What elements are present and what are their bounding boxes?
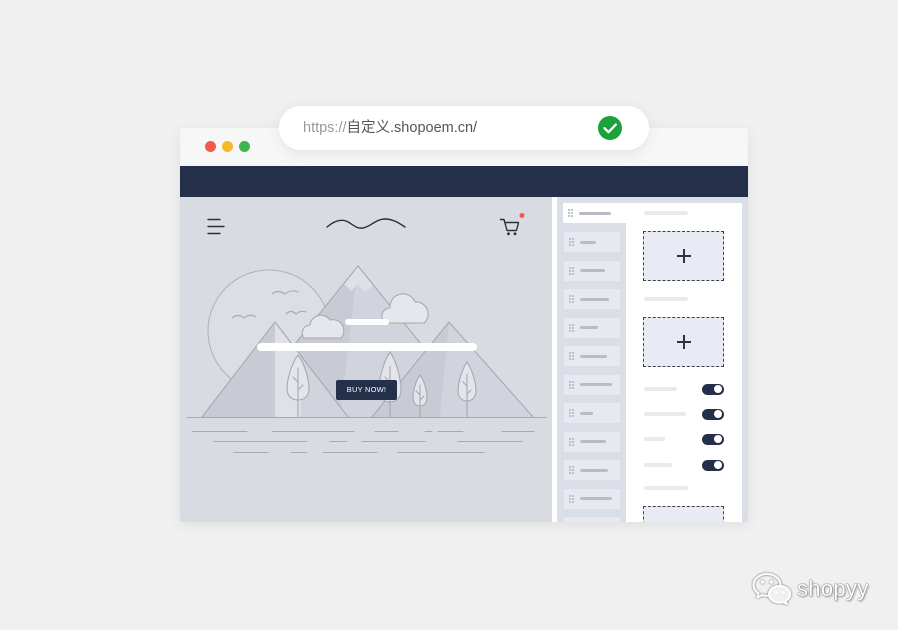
- toggle-label-placeholder: [644, 437, 665, 441]
- hero-title-placeholder: [345, 319, 389, 325]
- buy-now-button[interactable]: BUY NOW!: [336, 380, 397, 400]
- close-dot-icon[interactable]: [204, 140, 216, 152]
- address-url[interactable]: https://自定义.shopoem.cn/: [303, 106, 477, 150]
- illustration-stage: BUY NOW! https://自定义.shopoem.cn/ shopyy: [0, 0, 898, 630]
- section-label-placeholder: [580, 354, 607, 358]
- setting-label-placeholder: [644, 486, 688, 490]
- section-label-placeholder: [580, 497, 612, 500]
- hero-subtitle-placeholder: [257, 343, 477, 351]
- setting-toggle[interactable]: [702, 459, 724, 471]
- cart-basket: [499, 218, 520, 232]
- cart-notification-dot: [519, 213, 525, 218]
- drag-handle-icon[interactable]: [569, 238, 574, 247]
- section-list-item[interactable]: [564, 346, 620, 366]
- toggle-label-placeholder: [644, 463, 672, 467]
- toggle-label-placeholder: [644, 412, 686, 416]
- section-list-item[interactable]: [564, 260, 620, 281]
- section-settings: [626, 203, 742, 522]
- add-block-button[interactable]: [643, 506, 724, 522]
- address-bar[interactable]: https://自定义.shopoem.cn/: [279, 106, 649, 150]
- minimize-dot-icon[interactable]: [221, 140, 233, 152]
- setting-toggle[interactable]: [702, 433, 724, 445]
- wechat-eye: [774, 591, 778, 594]
- section-label-placeholder: [580, 326, 598, 329]
- drag-handle-icon[interactable]: [569, 409, 574, 418]
- section-list-item[interactable]: [564, 374, 620, 395]
- cart-wheel: [507, 232, 510, 236]
- toggle-knob: [714, 461, 722, 469]
- check-circle-icon: [598, 116, 622, 140]
- section-list-item[interactable]: [564, 488, 620, 509]
- plus-icon: [677, 249, 691, 263]
- add-block-button[interactable]: [643, 231, 724, 281]
- drag-handle-icon[interactable]: [569, 494, 574, 504]
- toggle-label-placeholder: [644, 387, 677, 391]
- setting-label-placeholder: [644, 297, 688, 301]
- setting-toggle[interactable]: [702, 383, 724, 395]
- editor-panel: [557, 197, 748, 522]
- maximize-dot-icon[interactable]: [238, 140, 250, 152]
- check-circle-bg: [598, 116, 622, 140]
- toggle-knob: [714, 385, 722, 393]
- section-list-item[interactable]: [564, 232, 620, 252]
- section-list-item[interactable]: [564, 460, 620, 480]
- toggle-knob: [714, 435, 722, 443]
- section-label-placeholder: [580, 297, 609, 301]
- section-label-placeholder: [580, 468, 608, 472]
- ground-dashes: [191, 430, 535, 454]
- setting-label-placeholder: [644, 211, 688, 215]
- cart-wheel: [513, 232, 517, 236]
- storefront-art: [186, 213, 547, 454]
- section-label-placeholder: [580, 240, 596, 244]
- watermark-text: shopyy: [797, 576, 869, 601]
- storefront-preview: BUY NOW!: [180, 197, 552, 522]
- editor-top-bar: [180, 166, 748, 197]
- wechat-eye: [760, 580, 765, 584]
- drag-handle-icon[interactable]: [569, 352, 574, 361]
- url-domain: 自定义.shopoem.cn/: [346, 120, 478, 136]
- section-label-placeholder: [580, 383, 612, 386]
- section-label-placeholder: [580, 269, 605, 272]
- hamburger-menu-icon[interactable]: [207, 218, 225, 235]
- wave-logo-icon[interactable]: [326, 218, 406, 229]
- wechat-bubble-small: [768, 585, 792, 605]
- wechat-eye: [781, 591, 785, 594]
- section-list-item[interactable]: [564, 317, 620, 338]
- cloud: [381, 293, 429, 324]
- add-block-button[interactable]: [643, 317, 724, 367]
- section-list-item[interactable]: [564, 431, 620, 452]
- wechat-eye: [769, 580, 774, 584]
- setting-toggle[interactable]: [702, 408, 724, 420]
- url-protocol: https://: [303, 120, 347, 136]
- section-label-placeholder: [580, 440, 606, 443]
- drag-handle-icon[interactable]: [569, 380, 574, 390]
- section-list-item[interactable]: [564, 403, 620, 423]
- drag-handle-icon[interactable]: [569, 266, 574, 276]
- drag-handle-icon[interactable]: [568, 209, 573, 218]
- buy-now-label: BUY NOW!: [346, 385, 387, 394]
- toggle-knob: [714, 410, 722, 418]
- plus-icon: [677, 335, 691, 349]
- browser-window: BUY NOW!: [180, 128, 748, 522]
- section-list-item[interactable]: [564, 289, 620, 309]
- section-label-placeholder: [579, 211, 611, 215]
- section-list-item-selected[interactable]: [563, 203, 629, 223]
- drag-handle-icon[interactable]: [569, 295, 574, 304]
- wechat-icon: [752, 573, 792, 605]
- section-list-item[interactable]: [564, 517, 620, 522]
- drag-handle-icon[interactable]: [569, 437, 574, 447]
- drag-handle-icon[interactable]: [569, 323, 574, 333]
- shopping-cart-icon[interactable]: [499, 218, 520, 236]
- section-label-placeholder: [580, 411, 593, 415]
- drag-handle-icon[interactable]: [569, 466, 574, 475]
